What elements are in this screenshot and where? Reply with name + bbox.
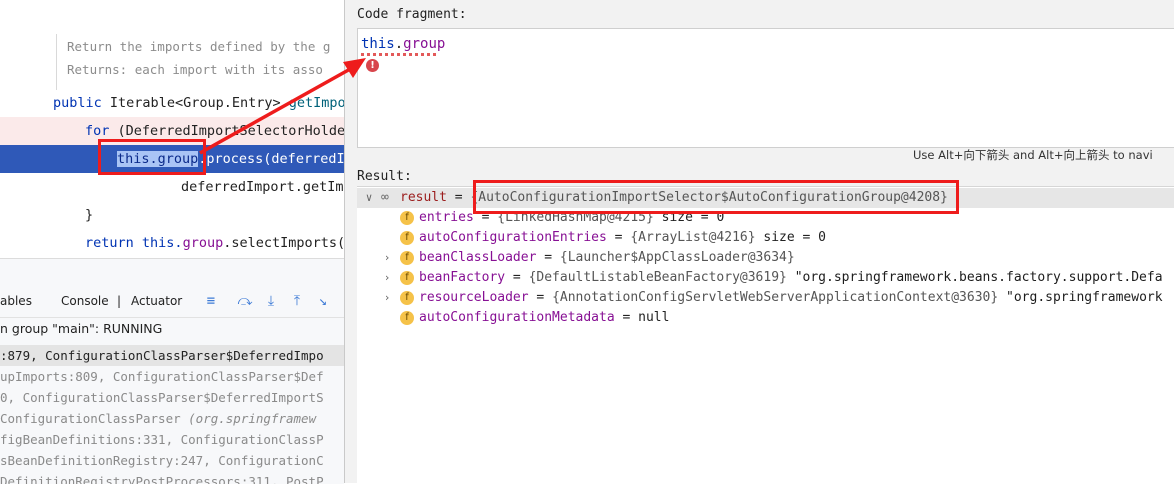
field-icon: f <box>400 251 414 265</box>
argument-expression: deferredImport.getImp <box>181 179 344 195</box>
field-name: autoConfigurationMetadata <box>419 310 615 325</box>
field-icon: f <box>400 271 414 285</box>
equals-sign: = <box>544 250 553 265</box>
equals-sign: = <box>512 270 521 285</box>
field-string: "org.springframework <box>1006 290 1163 305</box>
code-line-return[interactable]: return this.group.selectImports() <box>0 229 344 257</box>
return-this: this. <box>141 235 183 251</box>
stack-frame[interactable]: 0, ConfigurationClassParser$DeferredImpo… <box>0 387 344 408</box>
keyword-public: public <box>53 95 102 111</box>
stack-frame-text: 0, ConfigurationClassParser$DeferredImpo… <box>0 390 324 405</box>
tree-row-field[interactable]: › f beanClassLoader = {Launcher$AppClass… <box>357 248 1174 268</box>
field-name: entries <box>419 210 474 225</box>
stack-frame[interactable]: sBeanDefinitionRegistry:247, Configurati… <box>0 450 344 471</box>
tab-console[interactable]: Console <box>61 294 109 308</box>
expression-this: this <box>361 36 395 52</box>
chevron-right-icon[interactable]: › <box>381 288 393 308</box>
step-into-icon[interactable]: ⤓ <box>263 293 279 309</box>
field-icon: f <box>400 291 414 305</box>
expression-text[interactable]: this.group <box>361 36 445 52</box>
error-icon[interactable]: ! <box>366 59 379 72</box>
menu-icon[interactable]: ≡ <box>203 293 219 309</box>
stack-frame-text: sBeanDefinitionRegistry:247, Configurati… <box>0 453 324 468</box>
code-line-close-brace[interactable]: } <box>0 201 344 229</box>
evaluate-expression-dialog: Code fragment: this.group ! Use Alt+向下箭头… <box>344 0 1174 484</box>
tree-row-field[interactable]: f autoConfigurationEntries = {ArrayList@… <box>357 228 1174 248</box>
error-underline <box>361 53 439 56</box>
expression-field: group <box>403 36 446 52</box>
stack-frame-text: figBeanDefinitions:331, ConfigurationCla… <box>0 432 324 447</box>
stack-frame[interactable]: ConfigurationClassParser (org.springfram… <box>0 408 344 429</box>
result-label: Result: <box>357 169 412 184</box>
stack-frame-text: ConfigurationClassParser <box>0 411 189 426</box>
tab-separator: | <box>117 294 122 308</box>
stack-frame[interactable]: DefinitionRegistryPostProcessors:311, Po… <box>0 471 344 484</box>
field-name: beanClassLoader <box>419 250 537 265</box>
process-call: .process(deferredIm <box>198 151 344 167</box>
expression-dot: . <box>394 36 404 52</box>
chevron-right-icon[interactable]: › <box>381 248 393 268</box>
field-value: {DefaultListableBeanFactory@3619} <box>528 270 787 285</box>
tree-row-field[interactable]: › f resourceLoader = {AnnotationConfigSe… <box>357 288 1174 308</box>
code-fragment-label: Code fragment: <box>357 7 467 22</box>
field-string: "org.springframework.beans.factory.suppo… <box>794 270 1163 285</box>
annotation-box-expression <box>98 139 206 175</box>
javadoc-returns-tag: Returns: <box>67 62 128 77</box>
equals-sign: = <box>622 310 631 325</box>
stack-frame-package: (org.springframew <box>188 411 317 426</box>
step-out-icon[interactable]: ⤒ <box>289 293 305 309</box>
equals-sign: = <box>614 230 623 245</box>
return-call: .selectImports() <box>223 235 344 251</box>
equals-sign: = <box>536 290 545 305</box>
watch-infinity-icon: ∞ <box>381 190 389 205</box>
code-line-method[interactable]: public Iterable<Group.Entry> getImpo <box>0 89 344 117</box>
field-icon: f <box>400 231 414 245</box>
step-over-icon[interactable]: ⤼ <box>237 293 253 309</box>
code-editor[interactable]: Return the imports defined by the g Retu… <box>0 0 344 258</box>
navigation-hint: Use Alt+向下箭头 and Alt+向上箭头 to navi <box>913 148 1153 162</box>
field-icon: f <box>400 311 414 325</box>
method-name: getImpo <box>288 95 344 111</box>
field-value: {AnnotationConfigServletWebServerApplica… <box>552 290 999 305</box>
return-type: Iterable<Group.Entry> <box>109 95 281 111</box>
tree-row-field[interactable]: › f beanFactory = {DefaultListableBeanFa… <box>357 268 1174 288</box>
tab-actuator[interactable]: Actuator <box>131 294 182 308</box>
field-value: {Launcher$AppClassLoader@3634} <box>559 250 795 265</box>
debugger-panel: ables Console | Actuator ≡ ⤼ ⤓ ⤒ ↘ n gro… <box>0 258 344 484</box>
tab-variables[interactable]: ables <box>0 294 32 308</box>
chevron-right-icon[interactable]: › <box>381 268 393 288</box>
thread-status[interactable]: n group "main": RUNNING <box>0 321 162 336</box>
field-extra: size = 0 <box>755 230 827 245</box>
field-name: autoConfigurationEntries <box>419 230 607 245</box>
javadoc-returns-text: each import with its asso <box>134 62 323 77</box>
return-field: group <box>182 235 224 251</box>
keyword-return: return <box>85 235 134 251</box>
chevron-down-icon[interactable]: ∨ <box>363 188 375 208</box>
javadoc-returns-line: Returns: each import with its asso <box>67 62 323 77</box>
for-expression: (DeferredImportSelectorHolder <box>117 123 344 139</box>
field-name: beanFactory <box>419 270 506 285</box>
result-tree[interactable]: ∨ ∞ result = {AutoConfigurationImportSel… <box>357 186 1174 484</box>
keyword-for: for <box>85 123 110 139</box>
field-value: null <box>638 310 670 325</box>
closing-brace: } <box>85 207 94 223</box>
field-value: {ArrayList@4216} <box>630 230 756 245</box>
code-fragment-input[interactable]: this.group ! <box>357 28 1174 148</box>
result-name: result <box>400 190 447 205</box>
annotation-box-result <box>473 180 959 214</box>
debugger-tabbar: ables Console | Actuator ≡ ⤼ ⤓ ⤒ ↘ <box>0 287 344 318</box>
stack-frame[interactable]: :879, ConfigurationClassParser$DeferredI… <box>0 345 344 366</box>
stack-frame[interactable]: upImports:809, ConfigurationClassParser$… <box>0 366 344 387</box>
code-line-argument[interactable]: deferredImport.getImp <box>0 173 344 201</box>
stack-frame-text: upImports:809, ConfigurationClassParser$… <box>0 369 324 384</box>
javadoc-line: Return the imports defined by the g <box>67 39 331 54</box>
stack-frame-text: :879, ConfigurationClassParser$DeferredI… <box>0 348 324 363</box>
equals-sign: = <box>454 190 463 205</box>
field-name: resourceLoader <box>419 290 529 305</box>
run-to-cursor-icon[interactable]: ↘ <box>315 293 331 309</box>
tree-row-field[interactable]: f autoConfigurationMetadata = null <box>357 308 1174 328</box>
javadoc-block: Return the imports defined by the g Retu… <box>56 34 344 90</box>
stack-frame[interactable]: figBeanDefinitions:331, ConfigurationCla… <box>0 429 344 450</box>
field-icon: f <box>400 211 414 225</box>
